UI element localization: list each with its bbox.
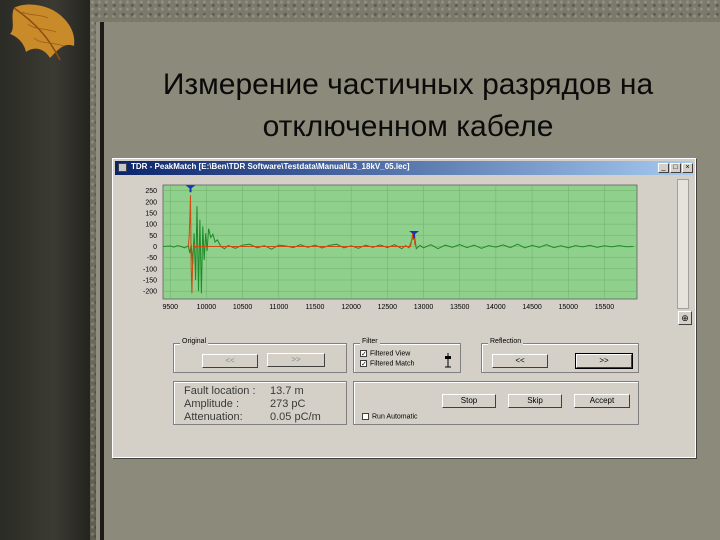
filtered-view-label: Filtered View: [370, 350, 411, 358]
x-tick-label: 10000: [197, 304, 217, 311]
y-tick-label: 100: [145, 222, 157, 229]
original-prev-button[interactable]: <<: [202, 354, 258, 368]
original-next-button[interactable]: >>: [267, 353, 325, 367]
original-group-label: Original: [180, 338, 209, 345]
y-tick-label: -50: [147, 255, 157, 262]
window-title: TDR - PeakMatch [E:\Ben\TDR Software\Tes…: [131, 162, 410, 171]
autumn-leaf-icon: [10, 4, 75, 61]
x-tick-label: 11500: [305, 304, 324, 311]
x-tick-label: 12000: [341, 304, 361, 311]
stop-button[interactable]: Stop: [442, 394, 496, 408]
x-tick-label: 11000: [269, 304, 288, 311]
run-automatic-checkbox[interactable]: Run Automatic: [362, 413, 418, 420]
attenuation-label: Attenuation:: [184, 411, 243, 423]
attenuation-value: 0.05 pC/m: [270, 411, 321, 423]
actions-group: Stop Skip Accept Run Automatic: [353, 381, 639, 425]
skip-button[interactable]: Skip: [508, 394, 562, 408]
y-tick-label: -150: [143, 278, 157, 285]
x-tick-label: 9500: [162, 304, 178, 311]
filter-group-label: Filter: [360, 338, 380, 345]
run-automatic-label: Run Automatic: [372, 413, 418, 421]
x-tick-label: 15000: [559, 304, 579, 311]
vertical-scrollbar[interactable]: [677, 179, 689, 309]
minimize-button[interactable]: _: [658, 163, 669, 173]
filter-group: Filter ✓ Filtered View ✓ Filtered Match: [353, 338, 461, 373]
reflection-group-label: Reflection: [488, 338, 524, 345]
x-tick-label: 12500: [378, 304, 398, 311]
filter-slider-icon[interactable]: [443, 352, 453, 368]
slide-title-line1: Измерение частичных разрядов на: [162, 68, 654, 101]
fault-location-value: 13.7 m: [270, 385, 304, 397]
x-tick-label: 10500: [233, 304, 253, 311]
y-tick-label: -100: [143, 266, 157, 273]
y-tick-label: 150: [145, 210, 157, 217]
accept-button[interactable]: Accept: [574, 394, 630, 408]
reflection-prev-button[interactable]: <<: [492, 354, 548, 368]
reflection-next-button[interactable]: >>: [575, 353, 633, 369]
y-tick-label: 0: [153, 244, 157, 251]
zoom-icon[interactable]: ⊕: [678, 311, 692, 325]
plot-background: [162, 184, 638, 300]
tdr-waveform-chart[interactable]: 250 200 150 100 50 0 -50 -100 -150 -200 9500 10000 1…: [117, 179, 645, 315]
filtered-view-checkbox[interactable]: ✓ Filtered View: [360, 350, 411, 358]
slide-left-band: [0, 0, 90, 540]
close-button[interactable]: ×: [682, 163, 693, 173]
tdr-peakmatch-window: TDR - PeakMatch [E:\Ben\TDR Software\Tes…: [112, 158, 696, 458]
app-icon: [118, 163, 127, 172]
filtered-match-checkbox[interactable]: ✓ Filtered Match: [360, 360, 415, 368]
x-tick-label: 14500: [522, 304, 542, 311]
x-tick-label: 13000: [414, 304, 434, 311]
filtered-view-check-icon: ✓: [360, 350, 367, 358]
x-tick-label: 14000: [486, 304, 506, 311]
amplitude-value: 273 pC: [270, 398, 306, 410]
filtered-match-check-icon: ✓: [360, 360, 367, 368]
results-box: Fault location : 13.7 m Amplitude : 273 …: [173, 381, 347, 425]
x-tick-label: 15500: [595, 304, 615, 311]
maximize-button[interactable]: □: [670, 163, 681, 173]
filtered-match-label: Filtered Match: [370, 360, 415, 368]
run-automatic-check-icon: [362, 413, 369, 420]
fault-location-label: Fault location :: [184, 385, 256, 397]
x-tick-label: 13500: [450, 304, 470, 311]
window-titlebar[interactable]: TDR - PeakMatch [E:\Ben\TDR Software\Tes…: [115, 161, 693, 175]
amplitude-label: Amplitude :: [184, 398, 240, 410]
y-tick-label: 200: [145, 199, 157, 206]
slide-title-line2: отключенном кабеле: [262, 110, 554, 143]
y-tick-label: -200: [143, 289, 157, 296]
slide-title: Измерение частичных разрядов на отключен…: [96, 64, 720, 148]
y-tick-label: 250: [145, 188, 157, 195]
y-tick-label: 50: [149, 233, 157, 240]
reflection-group: Reflection << >>: [481, 338, 639, 373]
